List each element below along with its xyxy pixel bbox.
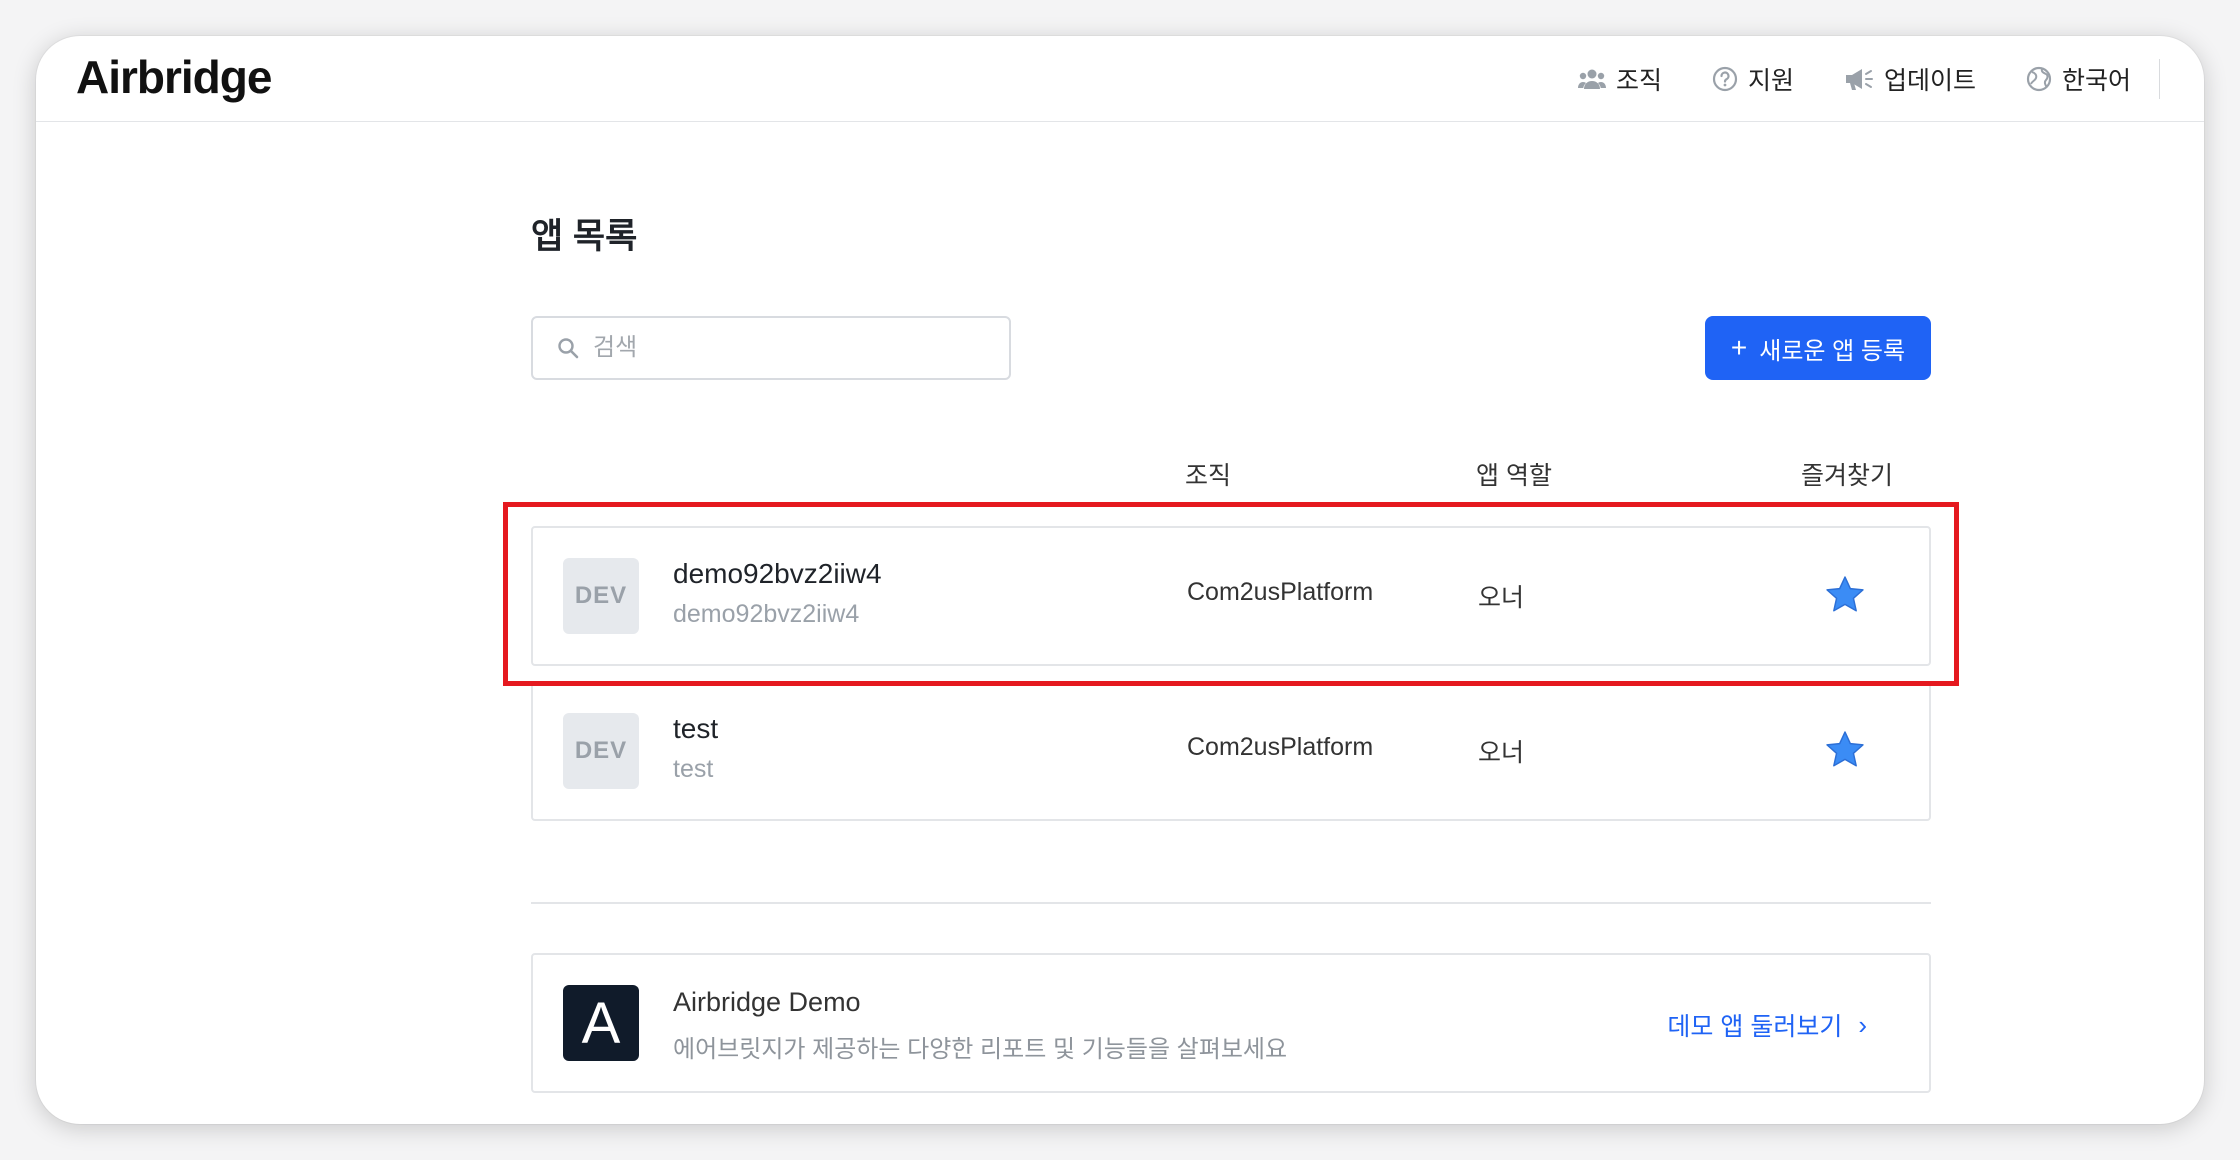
plus-icon: +	[1730, 332, 1748, 363]
demo-description: 에어브릿지가 제공하는 다양한 리포트 및 기능들을 살펴보세요	[673, 1036, 1288, 1063]
help-icon	[1712, 66, 1738, 92]
globe-icon	[2026, 66, 2052, 92]
page-title: 앱 목록	[531, 217, 638, 256]
top-navigation-bar: Airbridge 조직 지원 업데이트 한국어	[36, 36, 2204, 122]
nav-support[interactable]: 지원	[1712, 61, 1794, 97]
search-input[interactable]	[593, 334, 973, 362]
app-name[interactable]: demo92bvz2iiw4	[673, 558, 882, 590]
app-name[interactable]: test	[673, 713, 718, 745]
app-role: 오너	[1478, 584, 1525, 612]
app-organization: Com2usPlatform	[1187, 733, 1374, 761]
dev-badge: DEV	[563, 558, 639, 634]
register-new-app-button[interactable]: + 새로운 앱 등록	[1705, 316, 1931, 380]
nav-divider	[2159, 59, 2160, 99]
nav-language[interactable]: 한국어	[2026, 61, 2131, 97]
nav-organization[interactable]: 조직	[1577, 61, 1662, 97]
search-icon	[558, 338, 579, 359]
column-header-role: 앱 역할	[1476, 462, 1552, 490]
column-header-favorite: 즐겨찾기	[1801, 462, 1894, 490]
app-row[interactable]: DEV test test Com2usPlatform 오너	[531, 681, 1931, 821]
section-divider	[531, 902, 1931, 904]
search-box[interactable]	[531, 316, 1011, 380]
app-window: Airbridge 조직 지원 업데이트 한국어 앱 목록 검색 + 새로운 앱…	[36, 36, 2204, 1124]
nav-organization-label: 조직	[1615, 67, 1662, 95]
header-nav: 조직 지원 업데이트 한국어	[1528, 56, 2160, 102]
app-subtitle: demo92bvz2iiw4	[673, 600, 860, 628]
app-row[interactable]: DEV demo92bvz2iiw4 demo92bvz2iiw4 Com2us…	[531, 526, 1931, 666]
register-new-app-label: 새로운 앱 등록	[1759, 337, 1906, 365]
team-icon	[1577, 69, 1606, 89]
nav-updates-label: 업데이트	[1883, 67, 1976, 95]
chevron-right-icon: ›	[1858, 1009, 1867, 1040]
favorite-star-icon[interactable]	[1823, 573, 1867, 617]
airbridge-demo-logo: A	[563, 985, 639, 1061]
app-role: 오너	[1478, 739, 1525, 767]
explore-demo-link[interactable]: 데모 앱 둘러보기 ›	[1667, 1007, 1867, 1043]
nav-language-label: 한국어	[2061, 67, 2131, 95]
nav-updates[interactable]: 업데이트	[1844, 61, 1976, 97]
app-subtitle: test	[673, 755, 714, 783]
favorite-star-icon[interactable]	[1823, 728, 1867, 772]
demo-title: Airbridge Demo	[673, 987, 861, 1017]
column-header-org: 조직	[1185, 462, 1232, 490]
dev-badge: DEV	[563, 713, 639, 789]
nav-support-label: 지원	[1747, 67, 1794, 95]
airbridge-logo[interactable]: Airbridge	[76, 50, 272, 104]
megaphone-icon	[1845, 69, 1873, 90]
demo-app-card[interactable]: A Airbridge Demo 에어브릿지가 제공하는 다양한 리포트 및 기…	[531, 953, 1931, 1093]
app-organization: Com2usPlatform	[1187, 578, 1374, 606]
explore-demo-label: 데모 앱 둘러보기	[1667, 1013, 1843, 1041]
